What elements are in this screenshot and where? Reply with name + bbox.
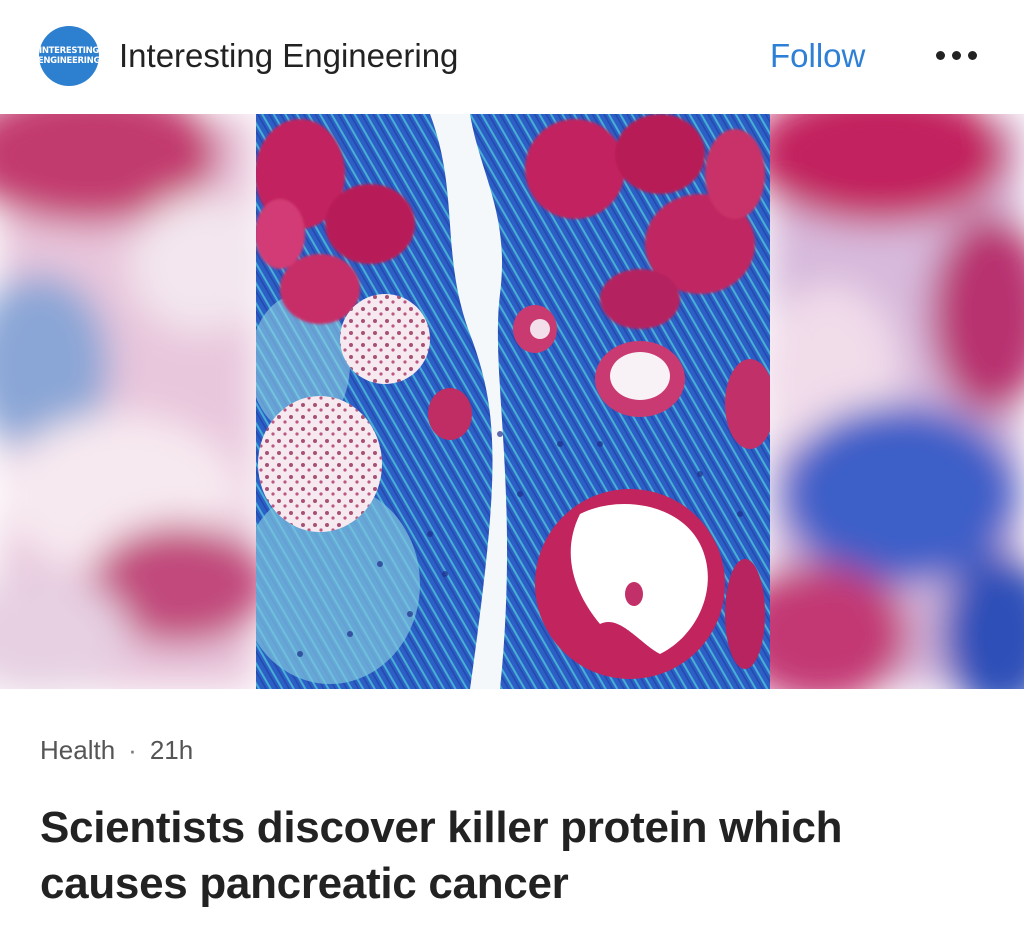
more-options-button[interactable] <box>926 40 986 70</box>
more-horizontal-icon <box>935 50 977 60</box>
meta-separator: · <box>128 735 137 765</box>
post-age: 21h <box>149 735 194 765</box>
article-headline[interactable]: Scientists discover killer protein which… <box>40 800 1000 912</box>
category-label[interactable]: Health <box>40 735 115 765</box>
article-image[interactable] <box>0 114 1024 689</box>
logo-text-line1: INTERESTING <box>39 46 99 56</box>
article-meta: Health · 21h <box>40 732 193 768</box>
follow-button[interactable]: Follow <box>770 36 865 76</box>
logo-text-line2: ENGINEERING <box>39 56 99 66</box>
publisher-name[interactable]: Interesting Engineering <box>119 36 458 76</box>
publisher-logo[interactable]: INTERESTING ENGINEERING <box>39 26 99 86</box>
post-header: INTERESTING ENGINEERING Interesting Engi… <box>0 0 1024 114</box>
